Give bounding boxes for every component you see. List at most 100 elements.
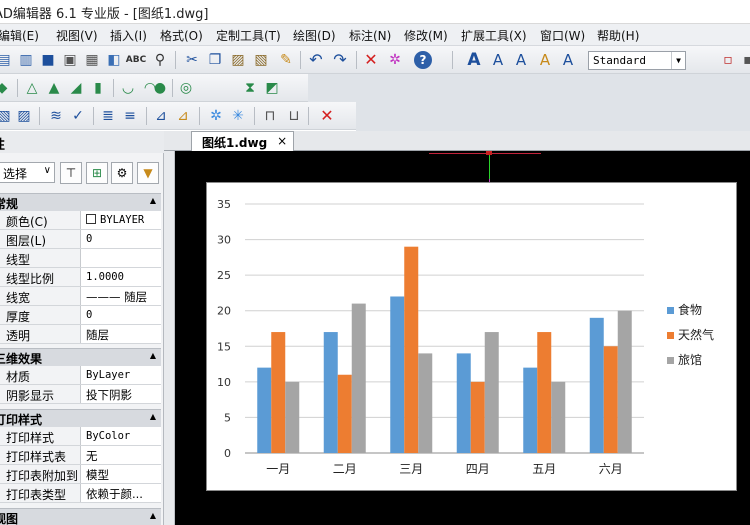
prop-row-linetype-scale[interactable]: 线型比例 1.0000 [0, 268, 161, 287]
undo-icon[interactable]: ↶ [306, 50, 326, 70]
collapse-icon[interactable]: ▲ [150, 351, 156, 360]
find-icon[interactable]: ⚲ [150, 50, 170, 70]
layer-check-icon[interactable]: ✓ [68, 106, 88, 126]
purge-icon[interactable]: ✲ [385, 50, 405, 70]
prop-row-lineweight[interactable]: 线宽 ——— 随层 [0, 287, 161, 306]
layer-on-icon[interactable]: ⊔ [284, 106, 304, 126]
help-icon[interactable]: ? [414, 51, 432, 69]
extrude-icon[interactable]: ◩ [262, 78, 282, 98]
text-style-select[interactable]: Standard ▼ [588, 51, 686, 70]
match-properties-icon[interactable]: ✎ [276, 50, 296, 70]
menu-extension-tools[interactable]: 扩展工具(X) [461, 27, 527, 44]
prop-row-shadow[interactable]: 阴影显示 投下阴影 [0, 385, 161, 404]
layer-freeze-icon[interactable]: ✲ [206, 106, 226, 126]
layer-merge-icon[interactable]: ≣ [98, 106, 118, 126]
prop-row-material[interactable]: 材质 ByLayer [0, 366, 161, 385]
toolbar-separator [254, 107, 255, 125]
publish-icon[interactable]: ◧ [104, 50, 124, 70]
chevron-down-icon[interactable]: ▼ [671, 52, 685, 69]
prop-row-plot-table-attached[interactable]: 打印表附加到 模型 [0, 465, 161, 484]
wedge-icon[interactable]: ◢ [66, 78, 86, 98]
text-edit-icon[interactable]: A [488, 50, 508, 70]
window-title: AD编辑器 6.1 专业版 - [图纸1.dwg] [0, 7, 209, 22]
menu-draw[interactable]: 绘图(D) [293, 27, 336, 44]
close-icon[interactable]: ✕ [317, 106, 337, 126]
layer-prev-icon[interactable]: ▧ [0, 106, 14, 126]
prop-row-transparency[interactable]: 透明 随层 [0, 325, 161, 344]
selection-dropdown[interactable]: 选择 ∨ [0, 162, 55, 183]
section-plot-style[interactable]: 打印样式 ▲ [0, 409, 161, 427]
torus-icon[interactable]: ◎ [176, 78, 196, 98]
menu-insert[interactable]: 插入(I) [110, 27, 147, 44]
delete-icon[interactable]: ✕ [361, 50, 381, 70]
prop-row-layer[interactable]: 图层(L) 0 [0, 230, 161, 249]
prop-row-linetype[interactable]: 线型 [0, 249, 161, 268]
filter-icon[interactable]: ▼ [137, 162, 159, 184]
toolbar-empty-area [308, 74, 750, 102]
menu-format[interactable]: 格式(O) [160, 27, 203, 44]
section-view[interactable]: 视图 ▲ [0, 508, 161, 525]
prop-row-plot-style-table[interactable]: 打印样式表 无 [0, 446, 161, 465]
prop-row-plot-style[interactable]: 打印样式 ByColor [0, 427, 161, 446]
text-style-icon[interactable]: A [511, 50, 531, 70]
collapse-icon[interactable]: ▲ [150, 511, 156, 520]
close-icon[interactable]: × [277, 134, 287, 148]
find-text-icon[interactable]: A [558, 50, 578, 70]
menu-help[interactable]: 帮助(H) [597, 27, 639, 44]
menu-edit[interactable]: 编辑(E) [0, 27, 39, 44]
text-highlight-icon[interactable]: A [535, 50, 555, 70]
panel-splitter[interactable] [164, 151, 175, 525]
menu-modify[interactable]: 修改(M) [404, 27, 448, 44]
cone-icon[interactable]: ▲ [44, 78, 64, 98]
toolbar-separator [356, 51, 357, 69]
tab-drawing1[interactable]: 图纸1.dwg × [191, 131, 295, 152]
embedded-chart[interactable]: 0 5 10 15 20 25 30 35 一月 二月 三月 四月 五月 六月 食物 天然气 旅馆 [206, 182, 737, 491]
paste-icon[interactable]: ▨ [228, 50, 248, 70]
chart-bar [285, 381, 300, 453]
menu-window[interactable]: 窗口(W) [540, 27, 585, 44]
save-icon[interactable]: ■ [38, 50, 58, 70]
redo-icon[interactable]: ↷ [330, 50, 350, 70]
section-3d-effects[interactable]: 三维效果 ▲ [0, 348, 161, 366]
select-objects-icon[interactable]: ⊞ [86, 162, 108, 184]
spellcheck-icon[interactable]: ABC [126, 50, 146, 70]
chart-y-tick-label: 0 [224, 447, 231, 460]
ucs-origin-marker [486, 151, 492, 155]
layer-thaw-icon[interactable]: ✳ [228, 106, 248, 126]
chart-y-ticks: 0 5 10 15 20 25 30 35 [217, 198, 231, 460]
layer-walk-icon[interactable]: ⊿ [151, 106, 171, 126]
copy-icon[interactable]: ❐ [205, 50, 225, 70]
sphere-icon[interactable]: ● [150, 78, 170, 98]
box-icon[interactable]: ◆ [0, 78, 12, 98]
print-preview-icon[interactable]: ▦ [82, 50, 102, 70]
pyramid-icon[interactable]: △ [22, 78, 42, 98]
dish-icon[interactable]: ◡ [118, 78, 138, 98]
print-icon[interactable]: ▣ [60, 50, 80, 70]
layer-isolate-icon[interactable]: ≋ [46, 106, 66, 126]
cylinder-icon[interactable]: ▮ [88, 78, 108, 98]
prop-row-color[interactable]: 颜色(C) BYLAYER [0, 211, 161, 230]
new-file-icon[interactable]: ▤ [0, 50, 14, 70]
text-icon[interactable]: A [464, 50, 484, 70]
collapse-icon[interactable]: ▲ [150, 196, 156, 205]
prop-row-thickness[interactable]: 厚度 0 [0, 306, 161, 325]
prop-row-plot-table-type[interactable]: 打印表类型 依赖于颜... [0, 484, 161, 503]
layer-state-icon[interactable]: ▪ [738, 50, 750, 70]
section-general[interactable]: 常规 ▲ [0, 193, 161, 211]
menu-dimension[interactable]: 标注(N) [349, 27, 391, 44]
chevron-down-icon[interactable]: ∨ [44, 165, 51, 176]
quick-select-icon[interactable]: ⊤ [60, 162, 82, 184]
layer-match-icon[interactable]: ▨ [14, 106, 34, 126]
menu-view[interactable]: 视图(V) [56, 27, 98, 44]
collapse-icon[interactable]: ▲ [150, 412, 156, 421]
paste-special-icon[interactable]: ▧ [251, 50, 271, 70]
layer-off-icon[interactable]: ⊓ [260, 106, 280, 126]
layer-lock-icon[interactable]: ⊿ [173, 106, 193, 126]
layer-icon[interactable]: ▫ [718, 50, 738, 70]
menu-custom-tools[interactable]: 定制工具(T) [216, 27, 281, 44]
settings-icon[interactable]: ⚙ [111, 162, 133, 184]
revolve-icon[interactable]: ⧗ [240, 78, 260, 98]
layer-delete-icon[interactable]: ≡ [120, 106, 140, 126]
cut-icon[interactable]: ✂ [182, 50, 202, 70]
open-file-icon[interactable]: ▥ [16, 50, 36, 70]
